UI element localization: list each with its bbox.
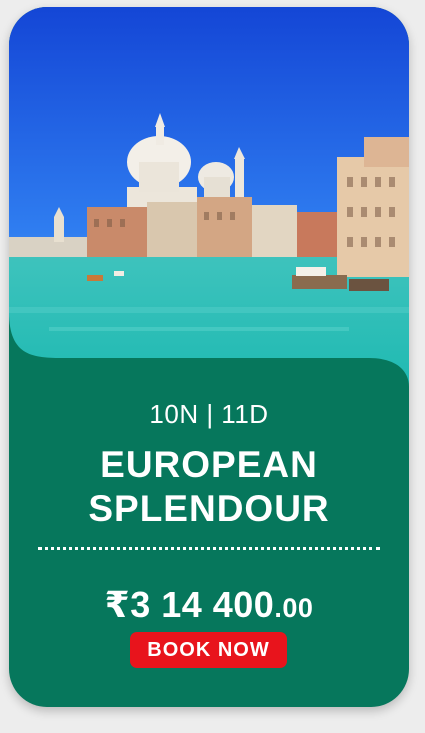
- package-title: EUROPEAN SPLENDOUR: [9, 443, 409, 531]
- price-decimal: .00: [274, 593, 314, 623]
- rupee-symbol: ₹: [104, 584, 131, 625]
- dotted-divider: [38, 547, 380, 550]
- package-price: ₹3 14 400.00: [9, 584, 409, 626]
- book-now-button[interactable]: BOOK NOW: [130, 632, 287, 668]
- venice-photo: [9, 7, 409, 412]
- tour-package-card[interactable]: 10N | 11D EUROPEAN SPLENDOUR ₹3 14 400.0…: [9, 7, 409, 707]
- package-title-line1: EUROPEAN: [100, 444, 318, 485]
- package-title-line2: SPLENDOUR: [88, 488, 330, 529]
- price-amount: 3 14 400: [130, 584, 275, 625]
- trip-duration: 10N | 11D: [149, 399, 269, 429]
